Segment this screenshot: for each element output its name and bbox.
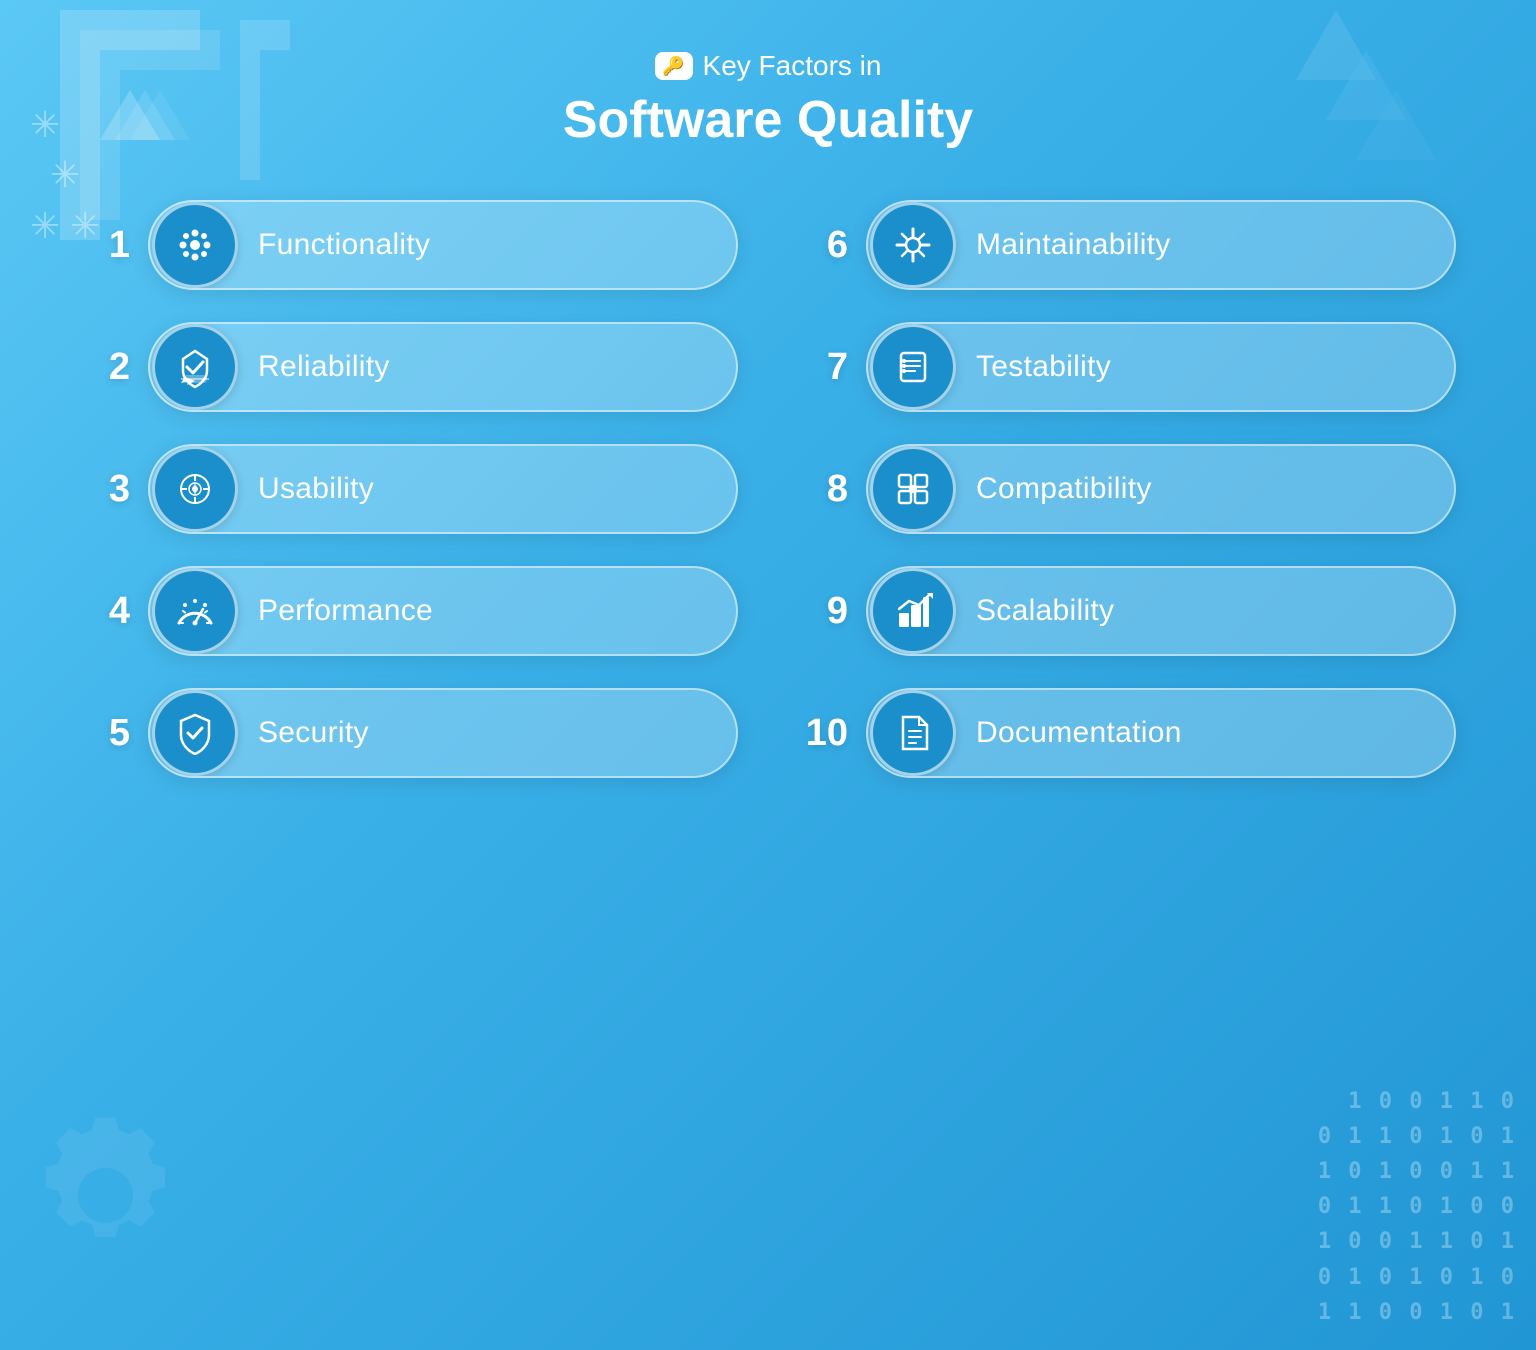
factor-item-usability: 3 Usability — [80, 444, 738, 534]
factor-icon-functionality — [152, 202, 238, 288]
factor-item-security: 5 Security — [80, 688, 738, 778]
factor-icon-testability — [870, 324, 956, 410]
factor-pill-documentation: Documentation — [866, 688, 1456, 778]
factor-item-documentation: 10 Documentation — [798, 688, 1456, 778]
factor-label-reliability: Reliability — [258, 350, 390, 384]
factor-icon-reliability — [152, 324, 238, 410]
factor-icon-scalability — [870, 568, 956, 654]
factor-pill-scalability: Scalability — [866, 566, 1456, 656]
factor-pill-compatibility: Compatibility — [866, 444, 1456, 534]
factor-number-4: 7 — [798, 346, 848, 389]
factor-number-1: 1 — [80, 224, 130, 267]
factor-label-performance: Performance — [258, 594, 433, 628]
key-icon: 🔑 — [655, 52, 693, 80]
factors-grid: 1 Functionality 6 Maintainability 2 Reli… — [0, 180, 1536, 818]
factor-item-maintainability: 6 Maintainability — [798, 200, 1456, 290]
factor-pill-performance: Performance — [148, 566, 738, 656]
factor-item-compatibility: 8 Compatibility — [798, 444, 1456, 534]
factor-item-testability: 7 Testability — [798, 322, 1456, 412]
factor-pill-functionality: Functionality — [148, 200, 738, 290]
factor-number-7: 4 — [80, 590, 130, 633]
factor-label-functionality: Functionality — [258, 228, 430, 262]
factor-icon-performance — [152, 568, 238, 654]
factor-pill-security: Security — [148, 688, 738, 778]
factor-label-scalability: Scalability — [976, 594, 1114, 628]
deco-gear-svg — [0, 1090, 220, 1310]
factor-label-testability: Testability — [976, 350, 1111, 384]
factor-icon-documentation — [870, 690, 956, 776]
factor-label-documentation: Documentation — [976, 716, 1182, 750]
factor-number-3: 2 — [80, 346, 130, 389]
factor-label-usability: Usability — [258, 472, 374, 506]
header-title: Software Quality — [0, 90, 1536, 150]
factor-number-10: 10 — [798, 712, 848, 755]
header-subtitle: 🔑 Key Factors in — [0, 50, 1536, 82]
factor-icon-compatibility — [870, 446, 956, 532]
factor-pill-maintainability: Maintainability — [866, 200, 1456, 290]
binary-background: 1 0 0 1 1 0 0 1 1 0 1 0 1 1 0 1 0 0 1 1 … — [1116, 1084, 1536, 1330]
subtitle-text: Key Factors in — [703, 50, 882, 82]
factor-item-functionality: 1 Functionality — [80, 200, 738, 290]
factor-pill-usability: Usability — [148, 444, 738, 534]
factor-label-maintainability: Maintainability — [976, 228, 1171, 262]
factor-icon-maintainability — [870, 202, 956, 288]
factor-label-security: Security — [258, 716, 369, 750]
factor-number-2: 6 — [798, 224, 848, 267]
factor-item-reliability: 2 Reliability — [80, 322, 738, 412]
factor-item-performance: 4 Performance — [80, 566, 738, 656]
header: 🔑 Key Factors in Software Quality — [0, 0, 1536, 180]
factor-number-5: 3 — [80, 468, 130, 511]
factor-number-6: 8 — [798, 468, 848, 511]
factor-icon-security — [152, 690, 238, 776]
factor-item-scalability: 9 Scalability — [798, 566, 1456, 656]
factor-number-8: 9 — [798, 590, 848, 633]
factor-label-compatibility: Compatibility — [976, 472, 1152, 506]
factor-pill-reliability: Reliability — [148, 322, 738, 412]
factor-icon-usability — [152, 446, 238, 532]
factor-pill-testability: Testability — [866, 322, 1456, 412]
factor-number-9: 5 — [80, 712, 130, 755]
